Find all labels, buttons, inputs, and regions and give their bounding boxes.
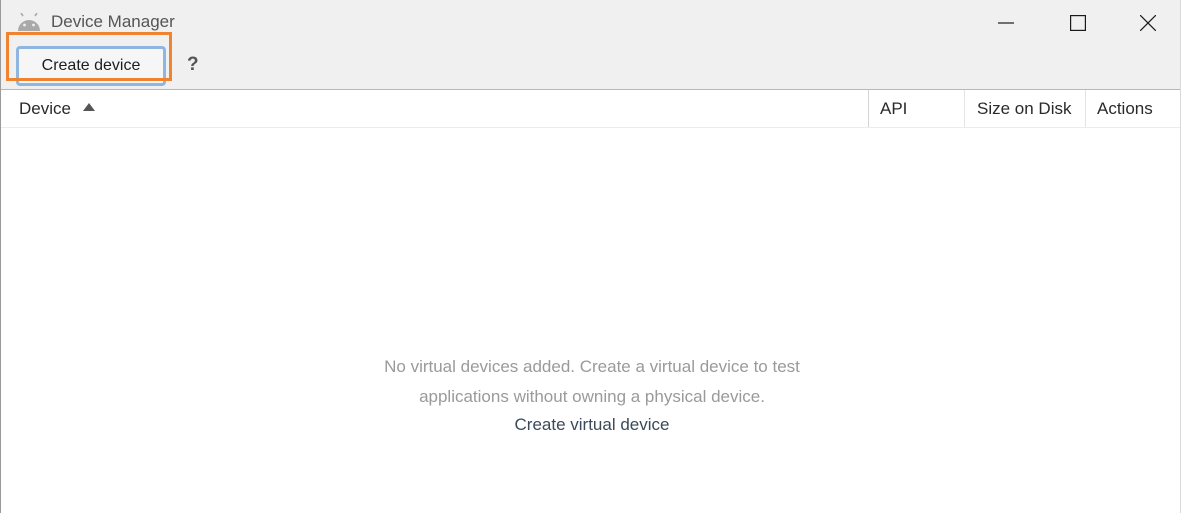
sort-ascending-icon [82,102,95,111]
minimize-button[interactable] [971,0,1041,46]
create-device-button[interactable]: Create device [16,46,166,86]
create-virtual-device-link[interactable]: Create virtual device [391,415,793,435]
android-icon [18,13,40,31]
column-device[interactable]: Device [19,90,867,127]
empty-state-line-2: applications without owning a physical d… [419,387,765,406]
column-actions[interactable]: Actions [1085,90,1181,127]
table-header: Device API Size on Disk Actions [1,90,1180,128]
maximize-button[interactable] [1043,0,1113,46]
toolbar: Create device ? [1,32,1180,90]
minimize-icon [998,22,1014,24]
close-icon [1140,15,1156,31]
maximize-icon [1070,15,1086,31]
empty-state-line-1: No virtual devices added. Create a virtu… [384,357,800,376]
column-actions-label: Actions [1097,98,1153,118]
close-button[interactable] [1113,0,1181,46]
column-api[interactable]: API [868,90,964,127]
column-size-on-disk[interactable]: Size on Disk [964,90,1085,127]
device-manager-window: Device Manager Create device ? Device AP… [0,0,1181,513]
window-title: Device Manager [51,12,175,31]
column-api-label: API [880,98,908,118]
column-device-label: Device [19,98,71,118]
help-icon[interactable]: ? [187,54,199,76]
title-bar[interactable]: Device Manager [1,0,1180,46]
column-size-label: Size on Disk [977,98,1072,118]
empty-state-message: No virtual devices added. Create a virtu… [291,352,893,412]
